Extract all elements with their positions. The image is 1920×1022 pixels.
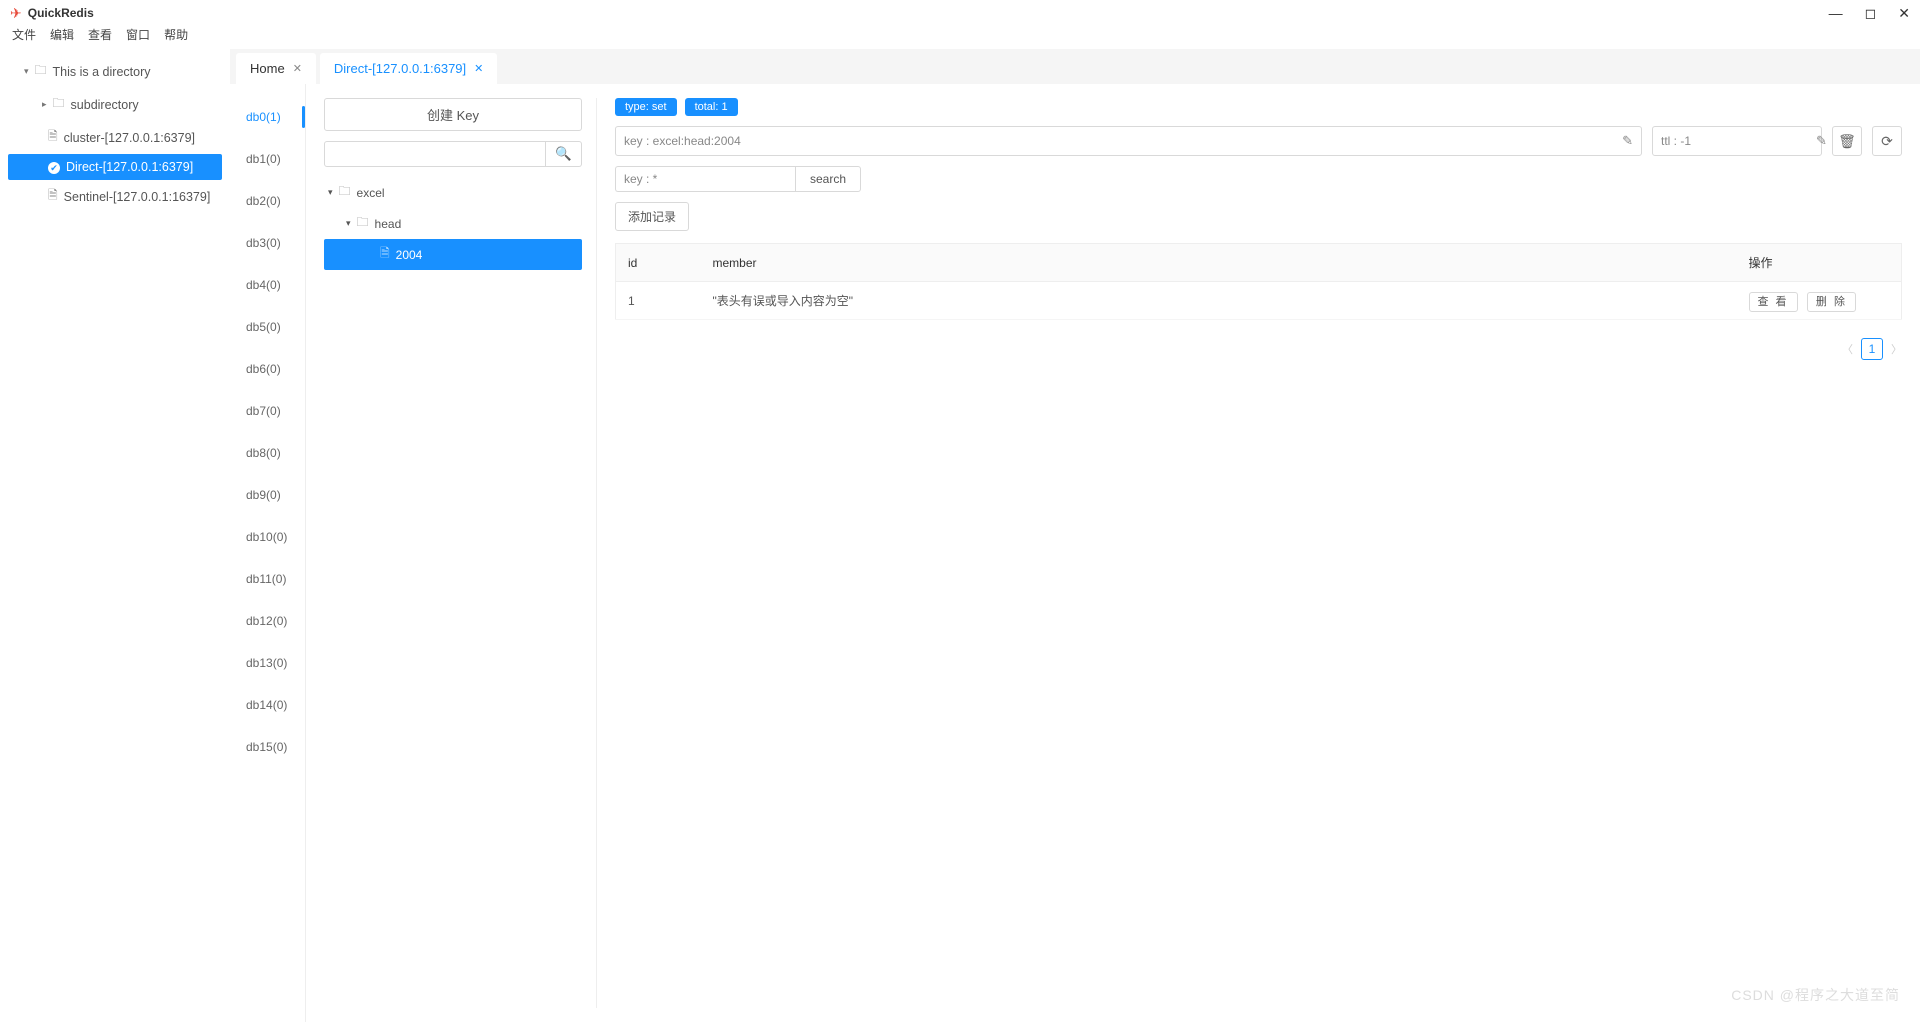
tree-connection-label: Direct-[127.0.0.1:6379] <box>66 160 193 174</box>
ttl-input[interactable] <box>1661 134 1816 148</box>
menu-window[interactable]: 窗口 <box>126 26 150 43</box>
page-next[interactable]: 〉 <box>1891 341 1902 357</box>
db-item-6[interactable]: db6(0) <box>230 348 305 390</box>
folder-icon <box>35 61 47 82</box>
member-search-button[interactable]: search <box>795 166 861 192</box>
app-icon: ✈ <box>10 5 22 22</box>
db-item-11[interactable]: db11(0) <box>230 558 305 600</box>
file-icon <box>48 127 58 148</box>
key-panel: 创建 Key 🔍 ▾ excel ▾ h <box>306 84 596 1022</box>
page-prev[interactable]: 〈 <box>1842 341 1853 357</box>
member-table: id member 操作 1 "表头有误或导入内容为空" 查 看 删 除 <box>615 243 1902 320</box>
detail-panel: type: set total: 1 ✎ ✎ 🗑 <box>597 84 1920 1022</box>
create-key-button[interactable]: 创建 Key <box>324 98 582 131</box>
menu-edit[interactable]: 编辑 <box>50 26 74 43</box>
key-tree-label: excel <box>357 186 385 200</box>
db-item-14[interactable]: db14(0) <box>230 684 305 726</box>
key-search-input[interactable] <box>324 141 546 167</box>
refresh-button[interactable]: ⟳ <box>1872 126 1902 156</box>
cell-member: "表头有误或导入内容为空" <box>701 282 1737 320</box>
maximize-button[interactable]: ◻ <box>1865 5 1877 22</box>
cell-id: 1 <box>616 282 701 320</box>
db-item-15[interactable]: db15(0) <box>230 726 305 768</box>
tab-label: Direct-[127.0.0.1:6379] <box>334 61 466 76</box>
titlebar: ✈ QuickRedis — ◻ ✕ <box>0 0 1920 22</box>
file-icon <box>380 244 390 265</box>
connection-tree: ▾ This is a directory ▸ subdirectory clu… <box>0 49 230 1022</box>
key-tree-node-2004[interactable]: 2004 <box>324 239 582 270</box>
tree-connection-direct[interactable]: Direct-[127.0.0.1:6379] <box>8 154 222 180</box>
col-id: id <box>616 244 701 282</box>
key-tree-label: 2004 <box>396 248 423 262</box>
db-item-0[interactable]: db0(1) <box>230 96 305 138</box>
pagination: 〈 1 〉 <box>615 338 1902 360</box>
tree-connection-sentinel[interactable]: Sentinel-[127.0.0.1:16379] <box>0 180 230 213</box>
menu-view[interactable]: 查看 <box>88 26 112 43</box>
db-item-2[interactable]: db2(0) <box>230 180 305 222</box>
file-icon <box>48 186 58 207</box>
tree-root-label: This is a directory <box>53 65 151 79</box>
tabs-bar: Home ✕ Direct-[127.0.0.1:6379] ✕ <box>230 53 1920 84</box>
db-item-10[interactable]: db10(0) <box>230 516 305 558</box>
tree-connection-cluster[interactable]: cluster-[127.0.0.1:6379] <box>0 121 230 154</box>
db-item-9[interactable]: db9(0) <box>230 474 305 516</box>
menubar: 文件 编辑 查看 窗口 帮助 <box>0 22 1920 49</box>
search-icon: 🔍 <box>555 146 572 161</box>
close-button[interactable]: ✕ <box>1898 5 1910 22</box>
chevron-right-icon: ▸ <box>42 99 47 110</box>
tree-subdirectory[interactable]: ▸ subdirectory <box>0 88 230 121</box>
delete-key-button[interactable]: 🗑 <box>1832 126 1862 156</box>
page-number[interactable]: 1 <box>1861 338 1883 360</box>
minimize-button[interactable]: — <box>1829 5 1843 21</box>
db-item-4[interactable]: db4(0) <box>230 264 305 306</box>
db-item-8[interactable]: db8(0) <box>230 432 305 474</box>
tree-root[interactable]: ▾ This is a directory <box>0 55 230 88</box>
db-item-3[interactable]: db3(0) <box>230 222 305 264</box>
db-list: db0(1) db1(0) db2(0) db3(0) db4(0) db5(0… <box>230 84 305 1022</box>
menu-file[interactable]: 文件 <box>12 26 36 43</box>
db-item-7[interactable]: db7(0) <box>230 390 305 432</box>
refresh-icon: ⟳ <box>1881 133 1893 150</box>
check-circle-icon <box>48 160 60 174</box>
folder-icon <box>357 213 369 234</box>
db-item-12[interactable]: db12(0) <box>230 600 305 642</box>
close-icon[interactable]: ✕ <box>293 62 302 75</box>
close-icon[interactable]: ✕ <box>474 62 483 75</box>
key-tree-node-excel[interactable]: ▾ excel <box>324 177 582 208</box>
db-item-1[interactable]: db1(0) <box>230 138 305 180</box>
edit-icon[interactable]: ✎ <box>1622 133 1633 149</box>
key-name-input[interactable] <box>624 134 1622 148</box>
chevron-down-icon: ▾ <box>328 187 333 198</box>
tree-connection-label: cluster-[127.0.0.1:6379] <box>64 131 195 145</box>
menu-help[interactable]: 帮助 <box>164 26 188 43</box>
add-record-button[interactable]: 添加记录 <box>615 202 689 231</box>
tab-direct[interactable]: Direct-[127.0.0.1:6379] ✕ <box>320 53 497 84</box>
key-tree-label: head <box>375 217 402 231</box>
tab-home[interactable]: Home ✕ <box>236 53 316 84</box>
view-button[interactable]: 查 看 <box>1749 292 1798 312</box>
db-item-5[interactable]: db5(0) <box>230 306 305 348</box>
folder-icon <box>339 182 351 203</box>
key-search-button[interactable]: 🔍 <box>546 141 582 167</box>
folder-icon <box>53 94 65 115</box>
tab-label: Home <box>250 61 285 76</box>
table-row: 1 "表头有误或导入内容为空" 查 看 删 除 <box>616 282 1902 320</box>
chevron-down-icon: ▾ <box>24 66 29 77</box>
cell-actions: 查 看 删 除 <box>1737 282 1902 320</box>
trash-icon: 🗑 <box>1838 133 1856 150</box>
col-member: member <box>701 244 1737 282</box>
member-filter-input[interactable] <box>615 166 795 192</box>
type-badge: type: set <box>615 98 677 116</box>
delete-button[interactable]: 删 除 <box>1807 292 1856 312</box>
db-item-13[interactable]: db13(0) <box>230 642 305 684</box>
tree-connection-label: Sentinel-[127.0.0.1:16379] <box>64 190 211 204</box>
tree-sub-label: subdirectory <box>71 98 139 112</box>
app-title: QuickRedis <box>28 6 94 20</box>
chevron-down-icon: ▾ <box>346 218 351 229</box>
col-action: 操作 <box>1737 244 1902 282</box>
edit-icon[interactable]: ✎ <box>1816 133 1827 149</box>
total-badge: total: 1 <box>685 98 738 116</box>
key-tree-node-head[interactable]: ▾ head <box>324 208 582 239</box>
